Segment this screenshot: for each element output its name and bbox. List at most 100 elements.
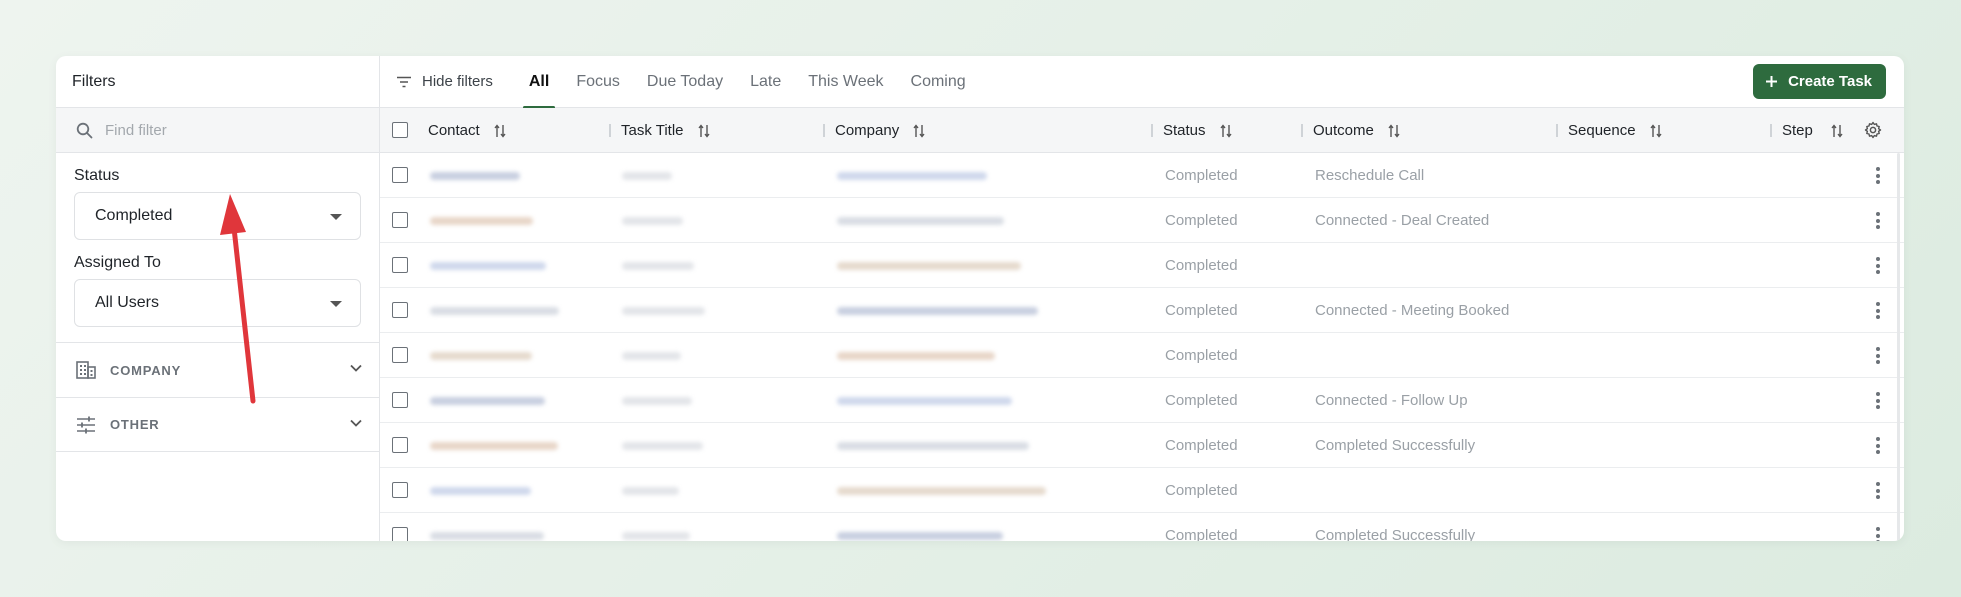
- status-cell: Completed: [1165, 302, 1238, 319]
- status-cell: Completed: [1165, 167, 1238, 184]
- column-sequence[interactable]: Sequence: [1556, 108, 1662, 153]
- sort-icon[interactable]: [913, 123, 925, 138]
- redacted-company: [837, 307, 1038, 315]
- redacted-task-title: [622, 217, 683, 225]
- row-menu-icon[interactable]: [1876, 482, 1880, 499]
- tab-due-today[interactable]: Due Today: [647, 56, 723, 108]
- row-checkbox[interactable]: [392, 302, 408, 318]
- column-separator[interactable]: [1151, 124, 1153, 137]
- row-checkbox[interactable]: [392, 437, 408, 453]
- section-other[interactable]: OTHER: [56, 397, 379, 452]
- search-input[interactable]: [105, 121, 345, 139]
- row-menu-icon[interactable]: [1876, 437, 1880, 454]
- redacted-task-title: [622, 487, 679, 495]
- tab-late[interactable]: Late: [750, 56, 781, 108]
- redacted-company: [837, 172, 987, 180]
- redacted-contact: [430, 397, 545, 405]
- section-company-label: COMPANY: [110, 362, 182, 378]
- redacted-task-title: [622, 532, 690, 540]
- table-row[interactable]: Completed: [380, 468, 1904, 513]
- outcome-cell: Connected - Follow Up: [1315, 392, 1468, 409]
- outcome-cell: Completed Successfully: [1315, 437, 1476, 454]
- redacted-company: [837, 532, 1003, 540]
- status-cell: Completed: [1165, 212, 1238, 229]
- table-body: Completed Reschedule Call Completed Connect…: [380, 153, 1904, 541]
- column-separator[interactable]: [1770, 124, 1772, 137]
- row-checkbox[interactable]: [392, 482, 408, 498]
- select-all-checkbox[interactable]: [392, 122, 408, 138]
- filter-icon: [397, 76, 411, 87]
- sort-icon[interactable]: [1650, 123, 1662, 138]
- table-row[interactable]: Completed Connected - Follow Up: [380, 378, 1904, 423]
- row-menu-icon[interactable]: [1876, 212, 1880, 229]
- table-row[interactable]: Completed Completed Successfully: [380, 513, 1904, 541]
- sort-icon[interactable]: [1219, 123, 1232, 138]
- tasks-app: Filters Status Completed Assigned To All…: [56, 56, 1904, 541]
- tab-this-week[interactable]: This Week: [808, 56, 883, 108]
- redacted-company: [837, 352, 995, 360]
- vertical-scrollbar[interactable]: [1897, 153, 1900, 541]
- table-header: Contact Task Title Company Status Outcom…: [380, 108, 1904, 153]
- create-task-label: Create Task: [1788, 73, 1872, 90]
- column-task-title-label: Task Title: [621, 122, 684, 139]
- status-select[interactable]: Completed: [74, 192, 361, 240]
- assigned-to-select[interactable]: All Users: [74, 279, 361, 327]
- assigned-select-value: All Users: [95, 294, 160, 311]
- row-checkbox[interactable]: [392, 527, 408, 541]
- column-separator[interactable]: [1556, 124, 1558, 137]
- column-step[interactable]: Step: [1770, 108, 1843, 153]
- row-menu-icon[interactable]: [1876, 302, 1880, 319]
- redacted-task-title: [622, 307, 705, 315]
- sort-icon[interactable]: [1388, 123, 1400, 138]
- chevron-down-icon: [350, 364, 362, 372]
- tab-focus[interactable]: Focus: [576, 56, 620, 108]
- row-menu-icon[interactable]: [1876, 167, 1880, 184]
- row-menu-icon[interactable]: [1876, 347, 1880, 364]
- redacted-task-title: [622, 442, 703, 450]
- column-sequence-label: Sequence: [1568, 122, 1636, 139]
- column-separator[interactable]: [1301, 124, 1303, 137]
- row-checkbox[interactable]: [392, 347, 408, 363]
- row-checkbox[interactable]: [392, 167, 408, 183]
- filter-search[interactable]: [56, 108, 379, 153]
- table-row[interactable]: Completed Connected - Meeting Booked: [380, 288, 1904, 333]
- column-outcome[interactable]: Outcome: [1301, 108, 1400, 153]
- filters-sidebar: Filters Status Completed Assigned To All…: [56, 56, 380, 541]
- status-cell: Completed: [1165, 527, 1238, 541]
- chevron-down-icon: [350, 419, 362, 427]
- section-company[interactable]: COMPANY: [56, 342, 379, 397]
- redacted-task-title: [622, 262, 694, 270]
- row-menu-icon[interactable]: [1876, 257, 1880, 274]
- column-contact[interactable]: Contact: [428, 108, 506, 153]
- search-icon: [76, 122, 93, 138]
- row-checkbox[interactable]: [392, 392, 408, 408]
- sort-icon[interactable]: [494, 123, 506, 138]
- column-company[interactable]: Company: [823, 108, 925, 153]
- tab-all[interactable]: All: [522, 56, 556, 109]
- table-row[interactable]: Completed Connected - Deal Created: [380, 198, 1904, 243]
- column-task-title[interactable]: Task Title: [609, 108, 710, 153]
- tab-coming[interactable]: Coming: [911, 56, 966, 108]
- table-row[interactable]: Completed: [380, 243, 1904, 288]
- sort-icon[interactable]: [1831, 123, 1843, 138]
- table-row[interactable]: Completed: [380, 333, 1904, 378]
- gear-icon[interactable]: [1864, 121, 1882, 139]
- column-separator[interactable]: [823, 124, 825, 137]
- redacted-company: [837, 487, 1046, 495]
- column-outcome-label: Outcome: [1313, 122, 1374, 139]
- create-task-button[interactable]: Create Task: [1753, 64, 1886, 99]
- redacted-task-title: [622, 172, 672, 180]
- hide-filters-button[interactable]: Hide filters: [396, 73, 493, 90]
- table-row[interactable]: Completed Reschedule Call: [380, 153, 1904, 198]
- row-checkbox[interactable]: [392, 257, 408, 273]
- row-menu-icon[interactable]: [1876, 527, 1880, 541]
- sort-icon[interactable]: [697, 123, 710, 138]
- row-checkbox[interactable]: [392, 212, 408, 228]
- redacted-contact: [430, 487, 531, 495]
- status-cell: Completed: [1165, 347, 1238, 364]
- table-row[interactable]: Completed Completed Successfully: [380, 423, 1904, 468]
- column-separator[interactable]: [609, 124, 611, 137]
- redacted-contact: [430, 442, 558, 450]
- column-status[interactable]: Status: [1151, 108, 1232, 153]
- row-menu-icon[interactable]: [1876, 392, 1880, 409]
